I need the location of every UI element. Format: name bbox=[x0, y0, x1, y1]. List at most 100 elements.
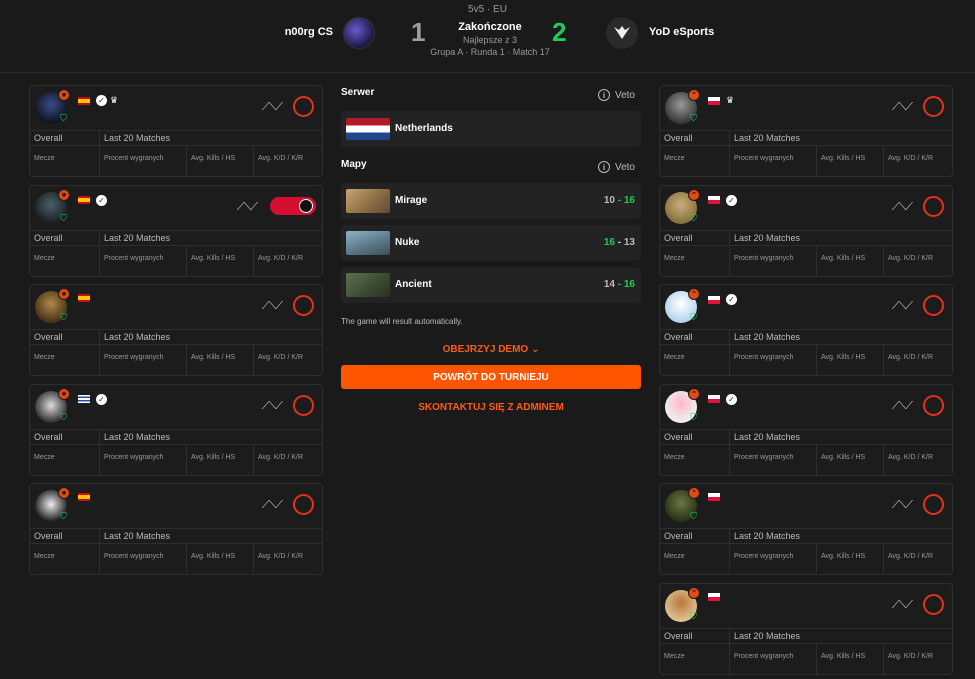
tab-last-20-matches[interactable]: Last 20 Matches bbox=[730, 430, 952, 444]
player-card[interactable]: ⌃ ⛉ ✓ ⟋⟍⟋ Overall Last 20 Matches Mecze Procent… bbox=[659, 383, 953, 476]
stat-kd-kr: Avg. K/D / K/R bbox=[888, 453, 933, 461]
player-card[interactable]: ⌃ ⛉ ✓ ⟋⟍⟋ Overall Last 20 Matches Mecze Procent… bbox=[659, 284, 953, 376]
elo-display: ⟋⟍⟋ bbox=[892, 101, 917, 114]
info-icon: i bbox=[597, 161, 610, 173]
stats-row: Mecze Procent wygranych Avg. Kills / HS Avg… bbox=[660, 345, 952, 375]
rank-badge bbox=[270, 196, 316, 215]
auto-result-note: The game will result automatically. bbox=[341, 317, 463, 326]
player-header: ⌃ ⛉ ✓ ⟋⟍⟋ bbox=[660, 285, 952, 329]
player-name-row: ✓ bbox=[708, 194, 737, 206]
server-card: Netherlands bbox=[341, 111, 641, 147]
stat-winrate: Procent wygranych bbox=[730, 245, 817, 276]
player-name-row bbox=[708, 592, 723, 601]
skill-level-badge bbox=[923, 96, 944, 117]
elo-display: ⟋⟍⟋ bbox=[262, 101, 287, 114]
tab-overall[interactable]: Overall bbox=[660, 628, 730, 643]
player-card[interactable]: ★ ⛉ ✓ ⟋⟍⟋ Overall Last 20 Matches Mecze Procent… bbox=[29, 184, 323, 277]
tab-overall[interactable]: Overall bbox=[660, 131, 730, 145]
tab-overall[interactable]: Overall bbox=[30, 529, 100, 543]
stat-kd-kr: Avg. K/D / K/R bbox=[258, 254, 303, 262]
server-title: Serwer bbox=[341, 87, 375, 98]
country-flag-icon bbox=[708, 295, 720, 304]
tab-last-20-matches[interactable]: Last 20 Matches bbox=[730, 231, 952, 245]
player-card[interactable]: ⌃ ⛉ ♛ ⟋⟍⟋ Overall Last 20 Matches Mecze Procent… bbox=[659, 85, 953, 177]
elo-display: ⟋⟍⟋ bbox=[262, 499, 287, 512]
mirage-thumb bbox=[346, 189, 390, 213]
stats-tabs: Overall Last 20 Matches bbox=[660, 329, 952, 345]
tab-last-20-matches[interactable]: Last 20 Matches bbox=[100, 131, 322, 145]
country-flag-icon bbox=[708, 395, 720, 403]
stats-row: Mecze Procent wygranych Avg. Kills / HS Avg… bbox=[660, 444, 952, 475]
player-card[interactable]: ⌃ ⛉ ⟋⟍⟋ Overall Last 20 Matches Mecze Procent … bbox=[659, 582, 953, 675]
team2-name[interactable]: YoD eSports bbox=[649, 26, 714, 38]
stat-matches: Mecze bbox=[30, 146, 100, 176]
stat-winrate: Procent wygranych bbox=[100, 245, 187, 276]
tab-last-20-matches[interactable]: Last 20 Matches bbox=[730, 330, 952, 344]
tab-overall[interactable]: Overall bbox=[30, 131, 100, 145]
tab-last-20-matches[interactable]: Last 20 Matches bbox=[100, 231, 322, 245]
player-header: ⌃ ⛉ ♛ ⟋⟍⟋ bbox=[660, 86, 952, 130]
stat-kd-kr: Avg. K/D / K/R bbox=[258, 354, 303, 361]
back-to-tournament-button[interactable]: POWRÓT DO TURNIEJU bbox=[341, 365, 641, 389]
shield-icon: ⛉ bbox=[60, 411, 67, 422]
shield-icon: ⛉ bbox=[60, 113, 67, 123]
stats-tabs: Overall Last 20 Matches bbox=[30, 130, 322, 146]
best-of-label: Najlepsze z 3 bbox=[462, 35, 518, 45]
trend-icon: ⟋⟍⟋ bbox=[891, 101, 913, 113]
player-card[interactable]: ★ ⛉ ⟋⟍⟋ Overall Last 20 Matches Mecze Procent … bbox=[29, 284, 323, 376]
info-icon: i bbox=[597, 89, 610, 101]
tab-overall[interactable]: Overall bbox=[660, 330, 730, 344]
tab-last-20-matches[interactable]: Last 20 Matches bbox=[100, 330, 322, 344]
watch-demo-button[interactable]: OBEJRZYJ DEMO ⌄ bbox=[341, 344, 641, 355]
tab-overall[interactable]: Overall bbox=[660, 529, 730, 543]
skill-level-badge bbox=[293, 494, 314, 515]
player-card[interactable]: ★ ⛉ ⟋⟍⟋ Overall Last 20 Matches Mecze Procent … bbox=[29, 483, 323, 575]
country-flag-icon bbox=[78, 395, 90, 403]
player-header: ⌃ ⛉ ⟋⟍⟋ bbox=[660, 484, 952, 528]
server-veto-button[interactable]: i Veto bbox=[597, 89, 635, 101]
trend-icon: ⟋⟍⟋ bbox=[236, 200, 258, 213]
tab-last-20-matches[interactable]: Last 20 Matches bbox=[730, 131, 952, 145]
stat-winrate: Procent wygranych bbox=[100, 345, 187, 375]
team1-logo[interactable] bbox=[343, 17, 375, 49]
verified-icon: ✓ bbox=[96, 95, 107, 106]
stats-tabs: Overall Last 20 Matches bbox=[660, 229, 952, 246]
player-card[interactable]: ★ ⛉ ✓ ♛ ⟋⟍⟋ Overall Last 20 Matches Mecze Procen… bbox=[29, 85, 323, 177]
team2-logo[interactable] bbox=[606, 17, 638, 49]
party-badge-icon: ⌃ bbox=[688, 387, 700, 400]
map-name: Mirage bbox=[395, 195, 428, 206]
tab-overall[interactable]: Overall bbox=[30, 230, 100, 245]
tab-overall[interactable]: Overall bbox=[660, 429, 730, 444]
map-score: 10 - 16 bbox=[603, 195, 635, 206]
party-badge-icon: ⌃ bbox=[688, 487, 700, 499]
shield-icon: ⛉ bbox=[690, 411, 697, 422]
veto-label: Veto bbox=[614, 89, 635, 101]
tab-overall[interactable]: Overall bbox=[30, 429, 100, 444]
country-flag-icon bbox=[708, 96, 720, 105]
tab-overall[interactable]: Overall bbox=[30, 330, 100, 344]
elo-display: ⟋⟍⟋ bbox=[892, 599, 917, 612]
tab-last-20-matches[interactable]: Last 20 Matches bbox=[730, 629, 952, 643]
party-badge-icon: ★ bbox=[58, 89, 70, 101]
player-card[interactable]: ⌃ ⛉ ✓ ⟋⟍⟋ Overall Last 20 Matches Mecze Procent… bbox=[659, 184, 953, 277]
trend-icon: ⟋⟍⟋ bbox=[261, 300, 283, 312]
tab-last-20-matches[interactable]: Last 20 Matches bbox=[730, 529, 952, 543]
maps-veto-button[interactable]: i Veto bbox=[597, 161, 635, 173]
stat-kd-kr: Avg. K/D / K/R bbox=[888, 652, 933, 660]
stat-winrate: Procent wygranych bbox=[730, 444, 817, 475]
tab-overall[interactable]: Overall bbox=[660, 230, 730, 245]
stats-tabs: Overall Last 20 Matches bbox=[660, 528, 952, 544]
player-card[interactable]: ⌃ ⛉ ⟋⟍⟋ Overall Last 20 Matches Mecze Procent … bbox=[659, 483, 953, 575]
country-flag-icon bbox=[78, 493, 90, 501]
party-badge-icon: ★ bbox=[58, 387, 70, 400]
faceit-icon bbox=[299, 198, 313, 213]
chevron-down-icon: ⌄ bbox=[530, 344, 540, 355]
player-card[interactable]: ★ ⛉ ✓ ⟋⟍⟋ Overall Last 20 Matches Mecze Procent… bbox=[29, 383, 323, 476]
stats-row: Mecze Procent wygranych Avg. Kills / HS Avg… bbox=[660, 544, 952, 574]
tab-last-20-matches[interactable]: Last 20 Matches bbox=[100, 430, 322, 444]
team1-name[interactable]: n00rg CS bbox=[285, 26, 333, 38]
contact-admin-button[interactable]: SKONTAKTUJ SIĘ Z ADMINEM bbox=[341, 402, 641, 413]
tab-last-20-matches[interactable]: Last 20 Matches bbox=[100, 529, 322, 543]
shield-icon: ⛉ bbox=[690, 212, 697, 223]
stat-kills-hs: Avg. Kills / HS bbox=[187, 345, 254, 375]
